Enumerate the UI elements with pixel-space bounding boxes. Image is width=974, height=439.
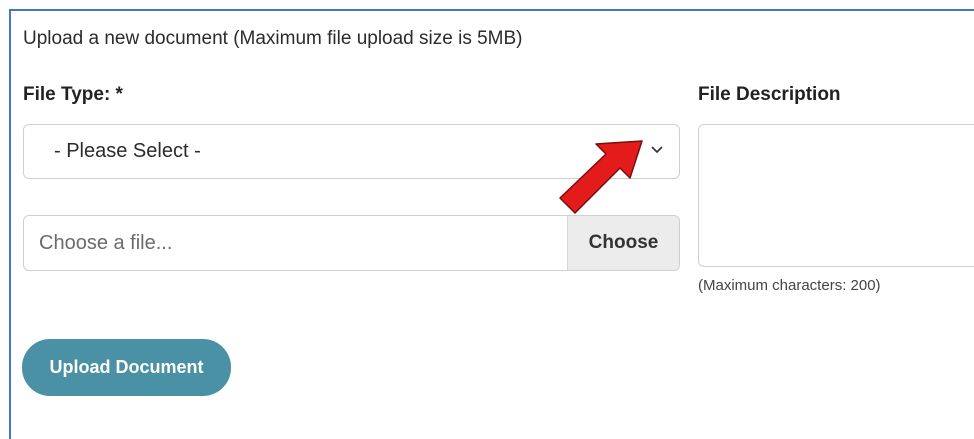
choose-file-button[interactable]: Choose <box>567 216 679 270</box>
description-character-limit: (Maximum characters: 200) <box>698 277 881 294</box>
upload-heading: Upload a new document (Maximum file uplo… <box>23 28 523 49</box>
file-chooser[interactable]: Choose a file... Choose <box>23 215 680 271</box>
file-input-placeholder: Choose a file... <box>39 232 173 254</box>
chevron-down-icon <box>651 146 663 153</box>
file-description-textarea[interactable] <box>698 124 974 267</box>
upload-document-button[interactable]: Upload Document <box>22 339 231 396</box>
file-type-label: File Type: * <box>23 84 123 105</box>
file-description-label: File Description <box>698 84 841 105</box>
file-type-selected-value: - Please Select - <box>54 140 201 162</box>
red-arrow-icon <box>559 140 643 214</box>
